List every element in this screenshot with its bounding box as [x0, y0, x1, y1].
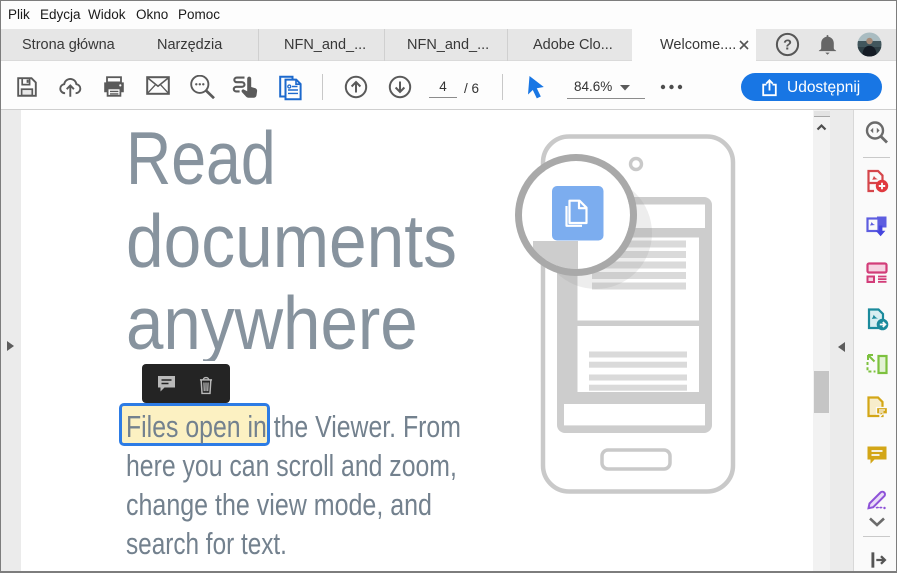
svg-text:?: ? [783, 38, 792, 54]
